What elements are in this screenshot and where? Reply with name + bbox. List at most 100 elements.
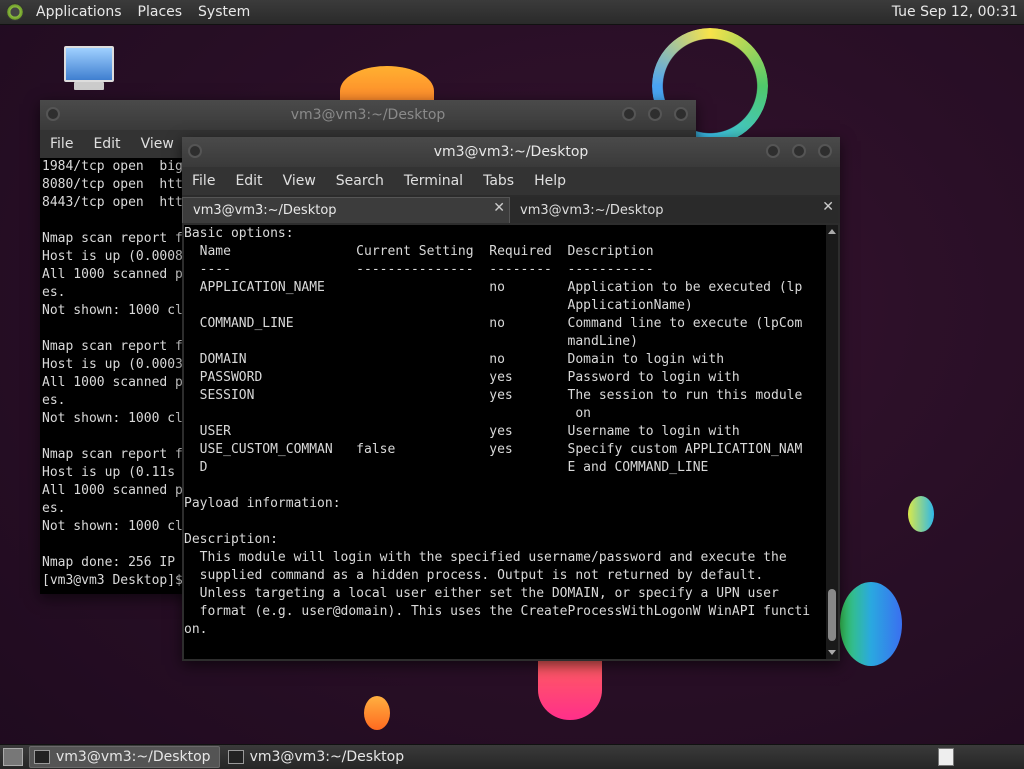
menu-search[interactable]: Search: [326, 173, 394, 189]
menu-terminal[interactable]: Terminal: [394, 173, 473, 189]
terminal-output[interactable]: Basic options: Name Current Setting Requ…: [184, 225, 826, 659]
terminal-line: Name Current Setting Required Descriptio…: [184, 244, 654, 259]
taskbar-item-terminal-2[interactable]: vm3@vm3:~/Desktop: [224, 747, 413, 767]
panel-clock[interactable]: Tue Sep 12, 00:31: [892, 4, 1024, 20]
show-desktop-icon[interactable]: [3, 748, 23, 766]
terminal-line: D E and COMMAND_LINE: [184, 460, 709, 475]
pink-blob-bottom: [538, 660, 602, 720]
terminal-line: es.: [42, 393, 66, 408]
taskbar-item-terminal-1[interactable]: vm3@vm3:~/Desktop: [29, 746, 220, 768]
terminal-line: Nmap scan report f: [42, 339, 183, 354]
terminal-line: Nmap done: 256 IP: [42, 555, 183, 570]
window-menu-icon[interactable]: [46, 107, 60, 121]
window-menu-icon[interactable]: [188, 144, 202, 158]
notes-applet-icon[interactable]: [938, 748, 954, 766]
terminal-scrollbar[interactable]: [826, 225, 838, 659]
menu-system[interactable]: System: [190, 4, 258, 20]
menu-view[interactable]: View: [131, 136, 184, 152]
terminal-line: Payload information:: [184, 496, 341, 511]
terminal-line: SESSION yes The session to run this modu…: [184, 388, 803, 403]
menu-edit[interactable]: Edit: [83, 136, 130, 152]
monitor-screen: [64, 46, 114, 82]
tab-1[interactable]: vm3@vm3:~/Desktop ✕: [182, 197, 510, 223]
window-title: vm3@vm3:~/Desktop: [290, 107, 446, 123]
scrollbar-thumb[interactable]: [828, 589, 836, 641]
menu-applications[interactable]: Applications: [28, 4, 130, 20]
menu-tabs[interactable]: Tabs: [473, 173, 524, 189]
terminal-line: Nmap scan report f: [42, 447, 183, 462]
menu-view[interactable]: View: [273, 173, 326, 189]
terminal-line: ---- --------------- -------- ----------…: [184, 262, 654, 277]
taskbar-item-label: vm3@vm3:~/Desktop: [56, 749, 211, 765]
terminal-line: Host is up (0.0008: [42, 249, 183, 264]
terminal-line: COMMAND_LINE no Command line to execute …: [184, 316, 803, 331]
close-tab-icon[interactable]: ✕: [822, 199, 834, 215]
menu-bar: File Edit View Search Terminal Tabs Help: [182, 167, 840, 195]
terminal-line: USER yes Username to login with: [184, 424, 740, 439]
terminal-line: Basic options:: [184, 226, 294, 241]
terminal-window-foreground[interactable]: vm3@vm3:~/Desktop File Edit View Search …: [182, 137, 840, 661]
minimize-icon[interactable]: [766, 144, 780, 158]
window-titlebar[interactable]: vm3@vm3:~/Desktop: [182, 137, 840, 167]
terminal-line: Host is up (0.11s: [42, 465, 183, 480]
terminal-line: Host is up (0.0003: [42, 357, 183, 372]
tab-bar: vm3@vm3:~/Desktop ✕ vm3@vm3:~/Desktop ✕: [182, 195, 840, 223]
close-icon[interactable]: [818, 144, 832, 158]
terminal-line: es.: [42, 501, 66, 516]
taskbar-item-label: vm3@vm3:~/Desktop: [249, 749, 405, 765]
scroll-up-icon[interactable]: [828, 229, 836, 234]
terminal-line: mandLine): [184, 334, 638, 349]
menu-file[interactable]: File: [182, 173, 225, 189]
terminal-line: Not shown: 1000 cl: [42, 303, 183, 318]
bottom-taskbar: vm3@vm3:~/Desktop vm3@vm3:~/Desktop: [0, 744, 1024, 769]
menu-places[interactable]: Places: [130, 4, 191, 20]
terminal-line: [vm3@vm3 Desktop]$: [42, 573, 183, 588]
terminal-line: Not shown: 1000 cl: [42, 411, 183, 426]
terminal-line: Nmap scan report f: [42, 231, 183, 246]
menu-file[interactable]: File: [40, 136, 83, 152]
terminal-line: format (e.g. user@domain). This uses the…: [184, 604, 811, 619]
scroll-down-icon[interactable]: [828, 650, 836, 655]
terminal-line: on: [184, 406, 591, 421]
terminal-line: 1984/tcp open big: [42, 159, 183, 174]
minimize-icon[interactable]: [622, 107, 636, 121]
terminal-line: on.: [184, 622, 208, 637]
close-tab-icon[interactable]: ✕: [493, 200, 505, 216]
window-titlebar[interactable]: vm3@vm3:~/Desktop: [40, 100, 696, 130]
terminal-line: All 1000 scanned p: [42, 267, 183, 282]
orange-blob-small: [364, 696, 390, 730]
computer-desktop-icon[interactable]: [62, 46, 114, 96]
cyan-blob-right: [908, 496, 934, 532]
distro-logo-icon[interactable]: [6, 3, 24, 21]
terminal-line: 8080/tcp open htt: [42, 177, 183, 192]
menu-help[interactable]: Help: [524, 173, 576, 189]
terminal-line: PASSWORD yes Password to login with: [184, 370, 740, 385]
terminal-line: APPLICATION_NAME no Application to be ex…: [184, 280, 803, 295]
maximize-icon[interactable]: [792, 144, 806, 158]
window-title: vm3@vm3:~/Desktop: [433, 144, 589, 160]
terminal-line: All 1000 scanned p: [42, 483, 183, 498]
terminal-line: Description:: [184, 532, 278, 547]
terminal-line: This module will login with the specifie…: [184, 550, 787, 565]
terminal-line: DOMAIN no Domain to login with: [184, 352, 725, 367]
tab-label: vm3@vm3:~/Desktop: [193, 203, 337, 218]
terminal-line: es.: [42, 285, 66, 300]
terminal-output[interactable]: 1984/tcp open big 8080/tcp open htt 8443/t…: [40, 158, 192, 594]
monitor-base: [74, 82, 104, 90]
menu-edit[interactable]: Edit: [225, 173, 272, 189]
terminal-line: 8443/tcp open htt: [42, 195, 183, 210]
maximize-icon[interactable]: [648, 107, 662, 121]
terminal-line: Unless targeting a local user either set…: [184, 586, 779, 601]
terminal-line: ApplicationName): [184, 298, 693, 313]
top-panel: Applications Places System Tue Sep 12, 0…: [0, 0, 1024, 25]
tab-2[interactable]: vm3@vm3:~/Desktop ✕: [510, 197, 838, 223]
close-icon[interactable]: [674, 107, 688, 121]
terminal-line: USE_CUSTOM_COMMAN false yes Specify cust…: [184, 442, 803, 457]
terminal-line: Not shown: 1000 cl: [42, 519, 183, 534]
terminal-icon: [34, 750, 50, 764]
